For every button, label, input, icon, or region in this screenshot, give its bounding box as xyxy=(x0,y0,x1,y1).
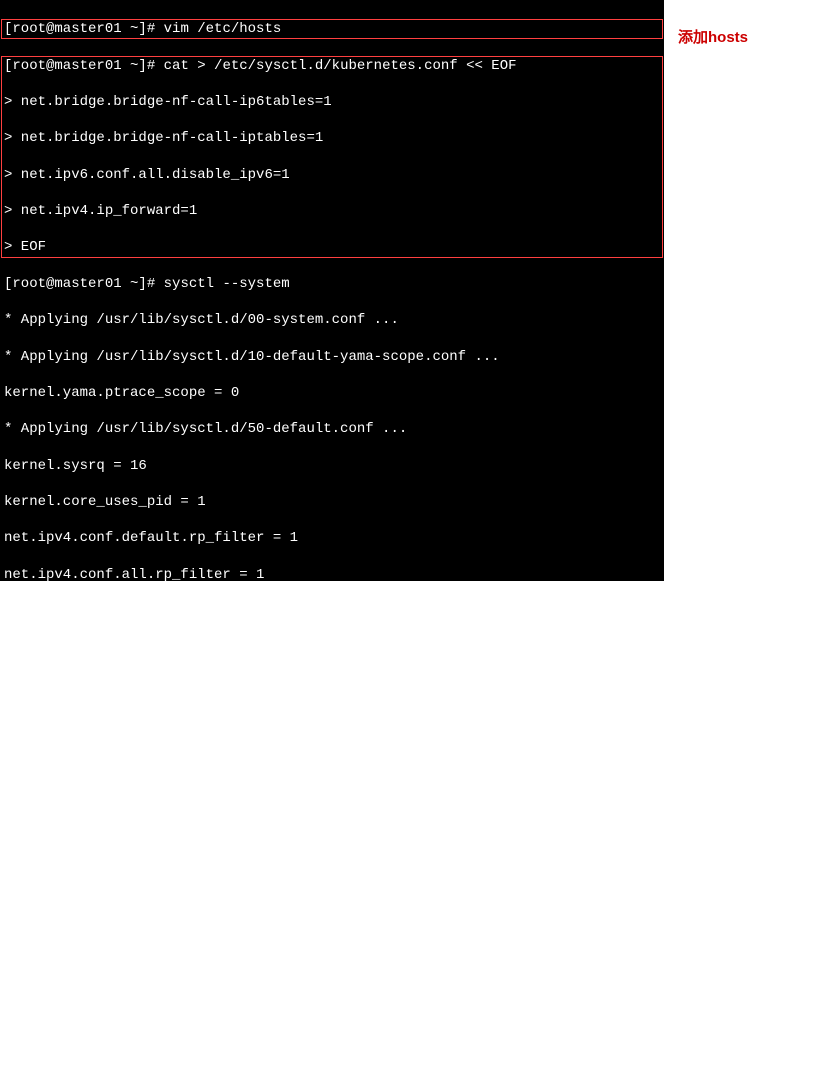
terminal-output: * Applying /etc/sysctl.d/99-sysctl.conf … xyxy=(4,893,660,911)
shell-prompt: [root@master01 ~]# xyxy=(4,21,164,37)
terminal-output: kernel.core_uses_pid = 1 xyxy=(4,493,660,511)
highlight-box-vim: [root@master01 ~]# vim /etc/hosts xyxy=(1,19,663,39)
terminal-output: net.ipv4.conf.all.accept_source_route = … xyxy=(4,639,660,657)
highlight-box-heredoc: [root@master01 ~]# cat > /etc/sysctl.d/k… xyxy=(1,56,663,258)
terminal-line: > EOF xyxy=(4,238,660,256)
terminal-output: net.ipv4.conf.all.rp_filter = 1 xyxy=(4,566,660,584)
terminal-output: net.ipv6.conf.all.disable_ipv6 = 1 xyxy=(4,966,660,984)
terminal-output: * Applying /usr/lib/sysctl.d/00-system.c… xyxy=(4,311,660,329)
terminal-line: > net.bridge.bridge-nf-call-iptables=1 xyxy=(4,129,660,147)
terminal-line: > net.ipv4.ip_forward=1 xyxy=(4,202,660,220)
terminal-output: * Applying /usr/lib/sysctl.d/60-libvirtd… xyxy=(4,820,660,838)
terminal-output: fs.protected_symlinks = 1 xyxy=(4,784,660,802)
terminal-output: * Applying /usr/lib/sysctl.d/10-default-… xyxy=(4,348,660,366)
terminal-window[interactable]: [root@master01 ~]# vim /etc/hosts [root@… xyxy=(0,0,664,581)
annotation-label: 添加hosts xyxy=(678,28,748,48)
terminal-line: [root@master01 ~]# cat > /etc/sysctl.d/k… xyxy=(4,57,660,75)
terminal-output: kernel.yama.ptrace_scope = 0 xyxy=(4,384,660,402)
terminal-output: net.ipv4.conf.default.rp_filter = 1 xyxy=(4,529,660,547)
terminal-output: net.ipv4.ip_forward = 1 xyxy=(4,1002,660,1020)
terminal-output: * Applying /etc/sysctl.d/kubernetes.conf… xyxy=(4,930,660,948)
terminal-line: > net.ipv6.conf.all.disable_ipv6=1 xyxy=(4,166,660,184)
terminal-output: * Applying /usr/lib/sysctl.d/50-default.… xyxy=(4,420,660,438)
terminal-output: * Applying /etc/sysctl.conf ... xyxy=(4,1039,660,1057)
terminal-output: net.ipv4.conf.all.promote_secondaries = … xyxy=(4,711,660,729)
terminal-line: > net.bridge.bridge-nf-call-ip6tables=1 xyxy=(4,93,660,111)
terminal-output: fs.aio-max-nr = 1048576 xyxy=(4,857,660,875)
shell-prompt: [root@master01 ~]# xyxy=(4,58,164,74)
terminal-output: kernel.sysrq = 16 xyxy=(4,457,660,475)
terminal-output: fs.protected_hardlinks = 1 xyxy=(4,748,660,766)
terminal-output: net.ipv4.conf.default.promote_secondarie… xyxy=(4,675,660,693)
command-text: cat > /etc/sysctl.d/kubernetes.conf << E… xyxy=(164,58,517,74)
command-text: sysctl --system xyxy=(164,276,290,292)
command-text: vim /etc/hosts xyxy=(164,21,282,37)
shell-prompt: [root@master01 ~]# xyxy=(4,276,164,292)
terminal-line: [root@master01 ~]# vim /etc/hosts xyxy=(4,20,660,38)
terminal-output: net.ipv4.conf.default.accept_source_rout… xyxy=(4,602,660,620)
terminal-line: [root@master01 ~]# sysctl --system xyxy=(4,275,660,293)
